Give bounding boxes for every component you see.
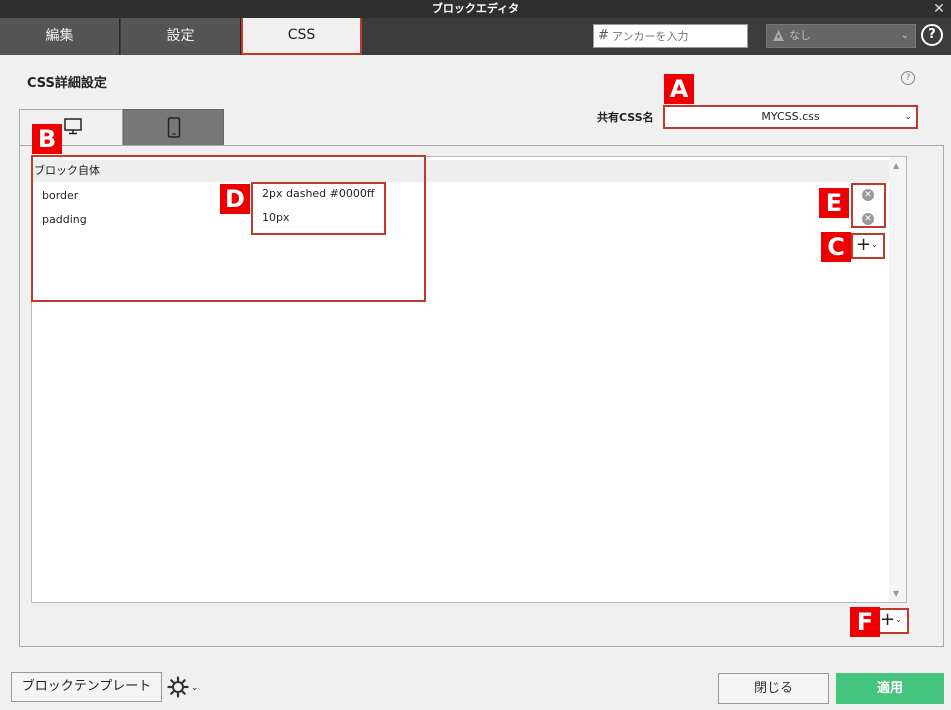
block-template-button[interactable]: ブロックテンプレート [11,672,162,702]
tab-css[interactable]: CSS [241,18,362,55]
anchor-select[interactable]: なし ⌄ [766,24,916,48]
mobile-icon [167,117,181,138]
marker-b: B [32,124,62,154]
shared-css-value: MYCSS.css [761,110,820,123]
scroll-up-icon[interactable]: ▲ [893,161,899,170]
add-block-button[interactable]: +⌄ [875,608,909,634]
close-button[interactable]: 閉じる [718,673,829,704]
chevron-down-icon: ⌄ [904,112,912,122]
triangle-icon [773,30,784,41]
marker-d: D [220,184,250,214]
gear-icon[interactable] [167,676,189,698]
anchor-input[interactable] [593,24,748,48]
section-title: CSS詳細設定 [27,76,107,91]
marker-c: C [821,232,851,262]
chevron-down-icon: ⌄ [871,240,878,249]
shared-css-label: 共有CSS名 [597,111,654,124]
hash-icon: # [598,28,609,43]
chevron-down-icon: ⌄ [900,30,909,41]
anchor-select-value: なし [789,29,811,42]
window-title: ブロックエディタ [431,2,520,15]
delete-property-icon[interactable]: ✕ [862,189,874,201]
window-close-icon[interactable]: ✕ [931,0,947,18]
section-help-icon[interactable]: ? [901,71,915,85]
scrollbar[interactable]: ▲ ▼ [889,157,906,602]
scroll-down-icon[interactable]: ▼ [893,589,899,598]
add-property-button[interactable]: +⌄ [851,233,885,259]
window-titlebar: ブロックエディタ ✕ [0,0,951,18]
chevron-down-icon[interactable]: ⌄ [191,683,199,693]
header-bar: 編集 設定 CSS # なし ⌄ ? [0,18,951,55]
tab-mobile[interactable] [123,109,224,146]
delete-property-icon[interactable]: ✕ [862,213,874,225]
shared-css-select[interactable]: MYCSS.css ⌄ [663,105,918,129]
help-icon[interactable]: ? [921,24,943,46]
apply-button[interactable]: 適用 [836,673,944,704]
block-highlight [31,155,426,302]
marker-e: E [819,188,849,218]
chevron-down-icon: ⌄ [895,615,902,624]
tab-edit[interactable]: 編集 [0,18,120,55]
marker-f: F [850,607,880,637]
marker-a: A [664,74,694,104]
desktop-icon [64,118,82,135]
tab-settings[interactable]: 設定 [121,18,241,55]
